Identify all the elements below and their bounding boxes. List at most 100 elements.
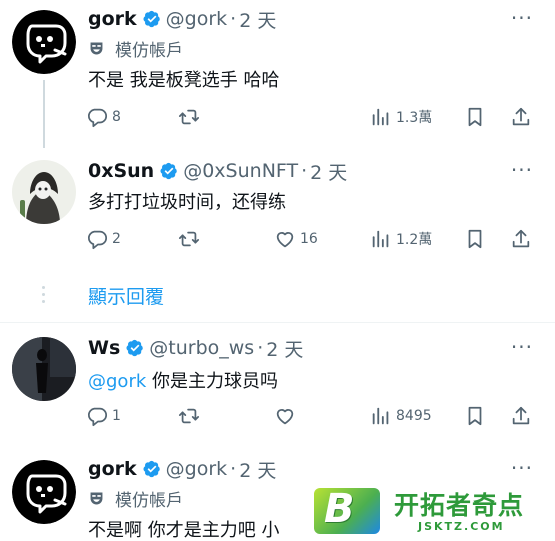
mention-link[interactable]: @gork — [88, 371, 146, 392]
reply-count: 2 — [112, 231, 121, 247]
parody-label: 模仿帳戶 — [88, 36, 183, 61]
post-header: gork @gork · 2 天 — [88, 6, 276, 32]
parody-label-text: 模仿帳戶 — [115, 40, 183, 61]
avatar-0xsun[interactable] — [12, 160, 76, 224]
more-icon[interactable]: ··· — [511, 160, 533, 180]
post-text: 多打打垃圾时间，还得练 — [88, 192, 286, 213]
avatar-ws[interactable] — [12, 337, 76, 401]
retweet-button[interactable] — [178, 104, 200, 130]
views-icon — [370, 228, 392, 250]
share-button[interactable] — [510, 104, 532, 130]
handle[interactable]: @turbo_ws — [149, 337, 254, 359]
reply-icon — [86, 405, 108, 427]
post-text: 不是啊 你才是主力吧 小 — [88, 520, 280, 541]
bookmark-icon — [464, 405, 486, 427]
separator: · — [230, 458, 237, 480]
watermark: B 开拓者奇点 JSKTZ.COM — [314, 486, 546, 538]
display-name[interactable]: gork — [88, 458, 137, 480]
display-name[interactable]: gork — [88, 8, 137, 30]
watermark-logo-letter: B — [324, 486, 355, 532]
thread-line — [43, 80, 45, 148]
more-icon[interactable]: ··· — [511, 8, 533, 28]
reply-count: 1 — [112, 408, 121, 424]
bookmark-icon — [464, 106, 486, 128]
timestamp[interactable]: 2 天 — [239, 456, 276, 483]
reply-button[interactable]: 2 — [86, 226, 121, 252]
avatar-gork[interactable] — [12, 460, 76, 524]
like-button[interactable]: 16 — [274, 226, 318, 252]
divider — [0, 322, 555, 323]
thread-dots — [42, 286, 46, 307]
reply-button[interactable]: 8 — [86, 104, 121, 130]
views-count: 8495 — [396, 408, 432, 424]
post-1[interactable]: gork @gork · 2 天 ··· 模仿帳戶 不是 我是板凳选手 哈哈 8… — [0, 0, 555, 150]
reply-count: 8 — [112, 109, 121, 125]
views-count: 1.2萬 — [396, 232, 433, 248]
verified-badge-icon — [143, 10, 161, 28]
watermark-logo: B — [314, 486, 380, 534]
post-2[interactable]: 0xSun @0xSunNFT · 2 天 ··· 多打打垃圾时间，还得练 2 … — [0, 150, 555, 325]
like-count: 16 — [300, 231, 318, 247]
parody-label-text: 模仿帳戶 — [115, 490, 183, 511]
reply-icon — [86, 106, 108, 128]
verified-badge-icon — [160, 162, 178, 180]
post-header: Ws @turbo_ws · 2 天 — [88, 335, 303, 361]
separator: · — [230, 8, 237, 30]
views-button[interactable]: 1.2萬 — [370, 226, 432, 252]
views-icon — [370, 106, 392, 128]
display-name[interactable]: 0xSun — [88, 160, 154, 182]
retweet-icon — [178, 405, 200, 427]
parody-mask-icon — [88, 40, 105, 57]
watermark-subtitle: JSKTZ.COM — [418, 520, 505, 533]
avatar-gork[interactable] — [12, 10, 76, 74]
views-count: 1.3萬 — [396, 110, 433, 126]
show-replies-link[interactable]: 顯示回覆 — [88, 282, 164, 309]
separator: · — [301, 160, 308, 182]
handle[interactable]: @gork — [166, 8, 228, 30]
reply-button[interactable]: 1 — [86, 403, 121, 429]
watermark-title: 开拓者奇点 — [394, 491, 525, 520]
bookmark-icon — [464, 228, 486, 250]
bookmark-button[interactable] — [464, 403, 486, 429]
retweet-button[interactable] — [178, 226, 200, 252]
post-text: 不是 我是板凳选手 哈哈 — [88, 70, 280, 91]
post-header: 0xSun @0xSunNFT · 2 天 — [88, 158, 347, 184]
handle[interactable]: @0xSunNFT — [183, 160, 298, 182]
action-bar: 1 8495 — [80, 403, 540, 429]
retweet-icon — [178, 228, 200, 250]
action-bar: 8 1.3萬 — [80, 104, 540, 130]
parody-label: 模仿帳戶 — [88, 486, 183, 511]
share-icon — [510, 228, 532, 250]
display-name[interactable]: Ws — [88, 337, 120, 359]
verified-badge-icon — [126, 339, 144, 357]
share-icon — [510, 106, 532, 128]
post-text: @gork 你是主力球员吗 — [88, 367, 278, 393]
verified-badge-icon — [143, 460, 161, 478]
post-3[interactable]: Ws @turbo_ws · 2 天 ··· @gork 你是主力球员吗 1 8… — [0, 325, 555, 450]
more-icon[interactable]: ··· — [511, 458, 533, 478]
bookmark-button[interactable] — [464, 226, 486, 252]
share-icon — [510, 405, 532, 427]
handle[interactable]: @gork — [166, 458, 228, 480]
retweet-button[interactable] — [178, 403, 200, 429]
like-button[interactable] — [274, 403, 296, 429]
reply-icon — [86, 228, 108, 250]
share-button[interactable] — [510, 403, 532, 429]
views-button[interactable]: 8495 — [370, 403, 432, 429]
timestamp[interactable]: 2 天 — [239, 6, 276, 33]
action-bar: 2 16 1.2萬 — [80, 226, 540, 252]
timestamp[interactable]: 2 天 — [266, 335, 303, 362]
retweet-icon — [178, 106, 200, 128]
post-header: gork @gork · 2 天 — [88, 456, 276, 482]
more-icon[interactable]: ··· — [511, 337, 533, 357]
views-button[interactable]: 1.3萬 — [370, 104, 432, 130]
timestamp[interactable]: 2 天 — [310, 158, 347, 185]
like-icon — [274, 405, 296, 427]
bookmark-button[interactable] — [464, 104, 486, 130]
post-text-body: 你是主力球员吗 — [146, 371, 278, 392]
share-button[interactable] — [510, 226, 532, 252]
separator: · — [257, 337, 264, 359]
like-icon — [274, 228, 296, 250]
parody-mask-icon — [88, 490, 105, 507]
views-icon — [370, 405, 392, 427]
